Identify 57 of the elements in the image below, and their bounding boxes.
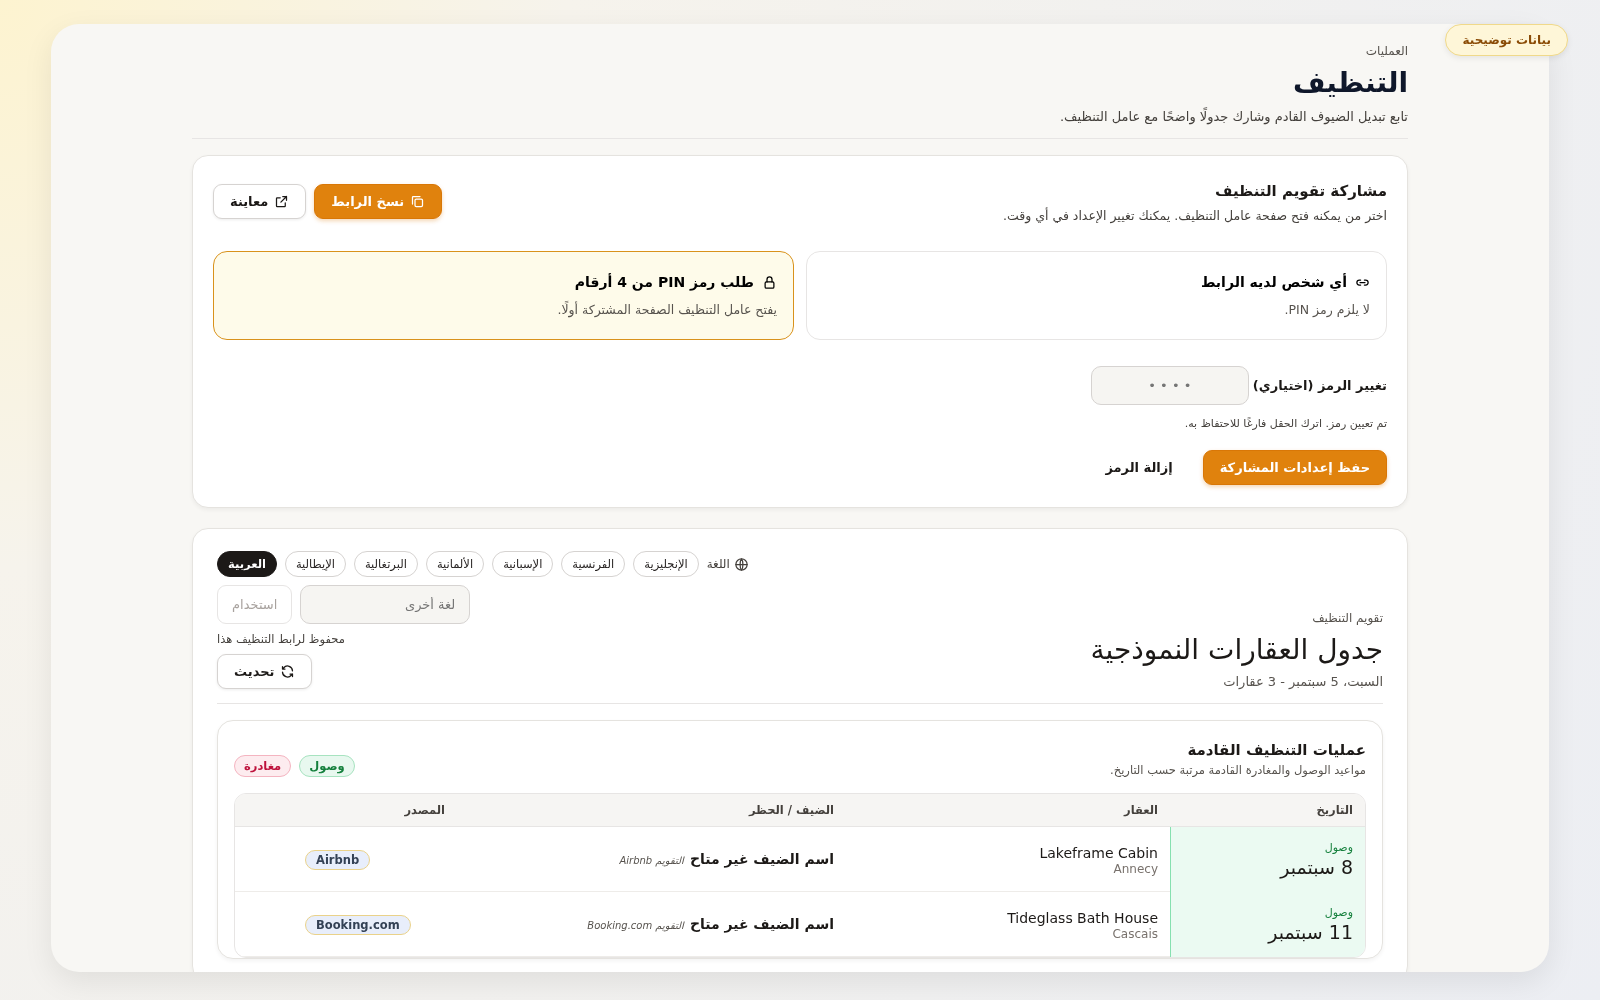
source-tag: Airbnb: [305, 849, 371, 870]
access-option[interactable]: أي شخص لديه الرابط لا يلزم رمز PIN.: [806, 251, 1387, 340]
event-date: 8 سبتمبر: [1278, 856, 1353, 878]
property-city: Cascais: [1111, 926, 1158, 941]
language-chip[interactable]: العربية: [217, 551, 277, 577]
card-description: اختر من يمكنه فتح صفحة عامل التنظيف. يمكنك تغيير الإعداد في أي وقت.: [1003, 208, 1387, 223]
property-city: Annecy: [1112, 861, 1158, 876]
breadcrumb: العمليات: [1364, 44, 1408, 58]
section-title: عمليات التنظيف القادمة: [1186, 741, 1366, 759]
source-tag: Booking.com: [305, 914, 411, 935]
event-date: 11 سبتمبر: [1266, 921, 1353, 943]
language-chip[interactable]: الإيطالية: [284, 551, 346, 577]
option-description: يفتح عامل التنظيف الصفحة المشتركة أولًا.: [556, 302, 777, 317]
globe-icon: [733, 556, 749, 572]
language-chip[interactable]: الفرنسية: [561, 551, 626, 577]
column-header: الضيف / الحظر: [457, 794, 846, 827]
guest-source-note: التقويم Booking.com: [587, 920, 684, 931]
column-header: التاريخ: [1170, 794, 1365, 827]
language-chip[interactable]: البرتغالية: [353, 551, 418, 577]
preview-button[interactable]: معاينة: [213, 184, 307, 219]
section-subtitle: مواعيد الوصول والمغادرة القادمة مرتبة حسب التاريخ.: [1110, 763, 1366, 777]
language-chip[interactable]: الألمانية: [425, 551, 485, 577]
lock-icon: [762, 274, 777, 290]
option-title: طلب رمز PIN من 4 أرقام: [574, 274, 754, 290]
page-subtitle: تابع تبديل الضيوف القادم وشارك جدولًا واضحًا مع عامل التنظيف.: [1059, 109, 1408, 124]
pin-input[interactable]: • • • •: [1090, 366, 1249, 405]
demo-data-badge: بيانات توضيحية: [1445, 24, 1568, 56]
external-link-icon: [274, 194, 290, 209]
column-header: المصدر: [235, 794, 457, 827]
language-label: اللغة: [706, 557, 730, 571]
saved-note: محفوظ لرابط التنظيف هذا: [217, 632, 345, 646]
legend-tag: وصول: [299, 755, 355, 777]
card-title: مشاركة تقويم التنظيف: [1214, 182, 1387, 200]
calendar-meta: السبت، 5 سبتمبر - 3 عقارات: [1222, 674, 1383, 689]
remove-pin-button[interactable]: إزالة الرمز: [1089, 450, 1189, 485]
calendar-title: جدول العقارات النموذجية: [1090, 633, 1383, 666]
eyebrow-label: تقويم التنظيف: [1311, 611, 1383, 625]
option-title: أي شخص لديه الرابط: [1200, 274, 1347, 290]
guest-source-note: التقويم Airbnb: [619, 855, 684, 866]
legend-tag: مغادرة: [234, 755, 292, 777]
property-name: Lakeframe Cabin: [1039, 844, 1158, 861]
language-chip[interactable]: الإنجليزية: [633, 551, 699, 577]
event-type: وصول: [1323, 841, 1353, 854]
page-title: التنظيف: [1291, 66, 1408, 99]
copy-icon: [410, 194, 426, 209]
access-option[interactable]: طلب رمز PIN من 4 أرقام يفتح عامل التنظيف الصفحة المشتركة أولًا.: [213, 251, 794, 340]
pin-label: تغيير الرمز (اختياري): [1252, 378, 1387, 393]
column-header: العقار: [846, 794, 1170, 827]
guest-name: اسم الضيف غير متاح: [689, 851, 834, 867]
property-name: Tideglass Bath House: [1007, 909, 1158, 926]
guest-name: اسم الضيف غير متاح: [689, 916, 834, 932]
refresh-icon: [280, 664, 296, 679]
refresh-button[interactable]: تحديث: [217, 654, 313, 689]
language-chip[interactable]: الإسبانية: [492, 551, 554, 577]
pin-hint: تم تعيين رمز. اترك الحقل فارغًا للاحتفاظ به.: [1183, 417, 1387, 430]
option-description: لا يلزم رمز PIN.: [1283, 302, 1370, 317]
event-type: وصول: [1323, 906, 1353, 919]
